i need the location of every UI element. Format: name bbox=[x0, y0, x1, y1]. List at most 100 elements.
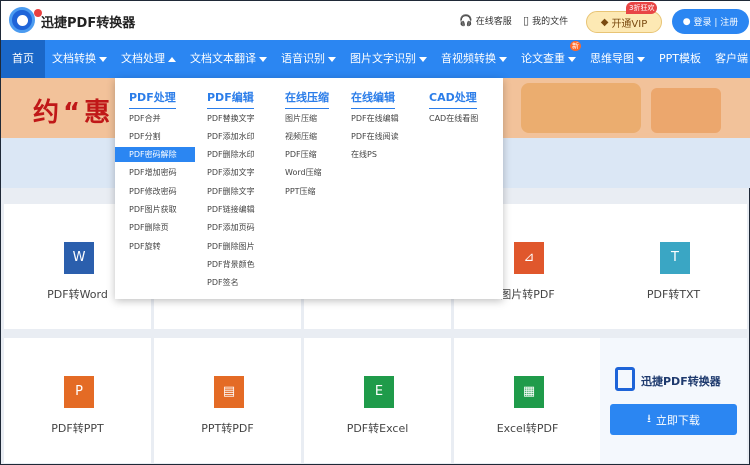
menu-item[interactable]: CAD在线看图 bbox=[429, 111, 478, 126]
caret-down-icon bbox=[328, 56, 336, 62]
diamond-icon: ◆ bbox=[600, 16, 609, 28]
nav-doc-translate[interactable]: 文档文本翻译 bbox=[183, 40, 274, 78]
nav-ppt-template[interactable]: PPT模板 bbox=[652, 40, 708, 78]
menu-item[interactable]: PDF在线编辑 bbox=[351, 111, 399, 126]
caret-down-icon bbox=[259, 56, 267, 62]
my-files-link[interactable]: ▯ 我的文件 bbox=[523, 14, 568, 27]
headset-icon: 🎧 bbox=[459, 14, 473, 27]
file-icon: ▯ bbox=[523, 14, 530, 27]
menu-item[interactable]: PDF背景颜色 bbox=[207, 257, 255, 272]
menu-item[interactable]: PDF旋转 bbox=[129, 239, 161, 254]
menu-item[interactable]: 在线PS bbox=[351, 147, 377, 162]
excel-file-icon: ▦ bbox=[514, 376, 544, 408]
menu-item-selected[interactable]: PDF密码解除 bbox=[115, 147, 195, 162]
nav-mind-map[interactable]: 思维导图 bbox=[583, 40, 652, 78]
menu-item[interactable]: PDF删除水印 bbox=[207, 147, 255, 162]
nav-label: 图片文字识别 bbox=[350, 52, 416, 65]
menu-item[interactable]: PDF添加水印 bbox=[207, 129, 255, 144]
brand-name[interactable]: 迅捷PDF转换器 bbox=[41, 12, 135, 31]
card-label: PDF转TXT bbox=[646, 288, 701, 301]
vip-button[interactable]: ◆ 开通VIP bbox=[586, 11, 662, 33]
menu-item[interactable]: PDF链接编辑 bbox=[207, 202, 255, 217]
menu-item[interactable]: 视频压缩 bbox=[285, 129, 317, 144]
nav-doc-convert[interactable]: 文档转换 bbox=[45, 40, 114, 78]
menu-item[interactable]: 图片压缩 bbox=[285, 111, 317, 126]
vip-label: 开通VIP bbox=[611, 18, 648, 30]
nav-label: 文档处理 bbox=[121, 52, 165, 65]
card-excel-to-pdf[interactable]: ▦ Excel转PDF bbox=[454, 338, 601, 463]
card-pdf-to-txt[interactable]: T PDF转TXT bbox=[600, 204, 747, 329]
column-title: CAD处理 bbox=[429, 89, 477, 109]
menu-item[interactable]: PDF删除文字 bbox=[207, 184, 255, 199]
nav-label: 首页 bbox=[12, 52, 34, 65]
menu-item[interactable]: PDF签名 bbox=[207, 275, 239, 290]
banner-decoration bbox=[651, 88, 721, 133]
caret-down-icon bbox=[499, 56, 507, 62]
banner-decoration bbox=[521, 83, 641, 133]
menu-item[interactable]: PDF合并 bbox=[129, 111, 161, 126]
nav-label: 思维导图 bbox=[590, 52, 634, 65]
customer-service-link[interactable]: 🎧 在线客服 bbox=[459, 14, 512, 27]
doc-process-dropdown: PDF处理 PDF合并 PDF分割 PDF密码解除 PDF增加密码 PDF修改密… bbox=[115, 78, 503, 299]
menu-item[interactable]: PDF在线阅读 bbox=[351, 129, 399, 144]
ppt-file-icon: ▤ bbox=[214, 376, 244, 408]
ppt-file-icon: P bbox=[64, 376, 94, 408]
promo-app-name: 迅捷PDF转换器 bbox=[641, 375, 721, 388]
nav-label: 文档转换 bbox=[52, 52, 96, 65]
download-label: 立即下载 bbox=[655, 413, 700, 427]
new-badge: 新 bbox=[570, 41, 581, 51]
card-ppt-to-pdf[interactable]: ▤ PPT转PDF bbox=[154, 338, 301, 463]
column-title: PDF处理 bbox=[129, 89, 176, 109]
pdf-file-icon: ⊿ bbox=[514, 242, 544, 274]
excel-file-icon: E bbox=[364, 376, 394, 408]
app-logo-icon[interactable] bbox=[9, 7, 42, 33]
user-icon: ● bbox=[682, 16, 691, 27]
caret-down-icon bbox=[419, 56, 427, 62]
menu-item[interactable]: PDF删除页 bbox=[129, 220, 169, 235]
menu-item[interactable]: PDF增加密码 bbox=[129, 165, 177, 180]
word-file-icon: W bbox=[64, 242, 94, 274]
menu-item[interactable]: PDF修改密码 bbox=[129, 184, 177, 199]
nav-image-ocr[interactable]: 图片文字识别 bbox=[343, 40, 434, 78]
top-header: 迅捷PDF转换器 🎧 在线客服 ▯ 我的文件 ◆ 开通VIP 3折狂欢 ● 登录… bbox=[1, 1, 750, 40]
menu-item[interactable]: PDF替换文字 bbox=[207, 111, 255, 126]
nav-label: 文档文本翻译 bbox=[190, 52, 256, 65]
download-button[interactable]: ⭳ 立即下载 bbox=[610, 404, 737, 435]
caret-down-icon bbox=[637, 56, 645, 62]
menu-item[interactable]: PDF压缩 bbox=[285, 147, 317, 162]
nav-label: 语音识别 bbox=[281, 52, 325, 65]
caret-down-icon bbox=[99, 56, 107, 62]
menu-item[interactable]: PDF删除图片 bbox=[207, 239, 255, 254]
card-label: PDF转Excel bbox=[346, 422, 409, 435]
menu-item[interactable]: PDF图片获取 bbox=[129, 202, 177, 217]
login-button[interactable]: ● 登录 | 注册 bbox=[672, 9, 749, 34]
nav-home[interactable]: 首页 bbox=[1, 40, 45, 78]
main-nav: 首页 文档转换 文档处理 文档文本翻译 语音识别 图片文字识别 音视频转换 论文… bbox=[1, 40, 750, 78]
banner-text: 约“惠 bbox=[33, 98, 115, 128]
nav-paper-check[interactable]: 论文查重新 bbox=[514, 40, 583, 78]
menu-item[interactable]: PPT压缩 bbox=[285, 184, 316, 199]
card-label: PPT转PDF bbox=[201, 422, 254, 435]
column-title: 在线压缩 bbox=[285, 89, 329, 109]
card-pdf-to-ppt[interactable]: P PDF转PPT bbox=[4, 338, 151, 463]
login-label: 登录 | 注册 bbox=[693, 18, 739, 28]
menu-item[interactable]: PDF分割 bbox=[129, 129, 161, 144]
card-pdf-to-excel[interactable]: E PDF转Excel bbox=[304, 338, 451, 463]
my-files-label: 我的文件 bbox=[532, 17, 569, 27]
download-icon: ⭳ bbox=[647, 412, 651, 425]
menu-item[interactable]: PDF添加页码 bbox=[207, 220, 255, 235]
nav-client[interactable]: 客户端 bbox=[708, 40, 750, 78]
nav-label: 客户端 bbox=[715, 52, 748, 65]
column-title: 在线编辑 bbox=[351, 89, 395, 109]
menu-item[interactable]: Word压缩 bbox=[285, 165, 322, 180]
customer-service-label: 在线客服 bbox=[475, 17, 512, 27]
nav-av-convert[interactable]: 音视频转换 bbox=[434, 40, 514, 78]
caret-down-icon bbox=[568, 56, 576, 62]
txt-file-icon: T bbox=[660, 242, 690, 274]
caret-up-icon bbox=[168, 56, 176, 62]
column-title: PDF编辑 bbox=[207, 89, 254, 109]
nav-label: 音视频转换 bbox=[441, 52, 496, 65]
nav-speech-recognition[interactable]: 语音识别 bbox=[274, 40, 343, 78]
nav-doc-process[interactable]: 文档处理 bbox=[114, 40, 183, 78]
menu-item[interactable]: PDF添加文字 bbox=[207, 165, 255, 180]
